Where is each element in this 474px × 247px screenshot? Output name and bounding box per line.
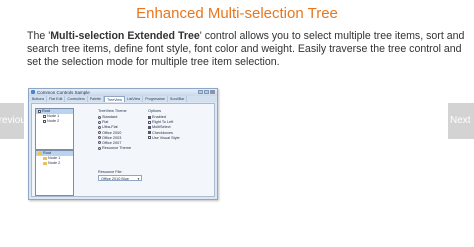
- description-bold: Multi-selection Extended Tree: [50, 30, 200, 42]
- tab-item: Palette: [88, 96, 104, 102]
- folder-icon: [43, 161, 47, 165]
- options-group: Enabled Right To Left MultiSelect Checkboxe…: [148, 115, 180, 141]
- option-label: Right To Left: [152, 120, 174, 125]
- tree-root-label: Root: [42, 109, 51, 113]
- tree-node: Node 2: [36, 119, 73, 124]
- resource-file-label: Resource File:: [98, 170, 123, 174]
- maximize-icon: [204, 90, 209, 94]
- radio-icon: [98, 115, 101, 119]
- tab-item: ScrollBar: [168, 96, 188, 102]
- theme-radio-label: Office 2003: [102, 135, 122, 140]
- tab-item: Buttons: [30, 96, 48, 102]
- theme-group-label: TreeView Theme: [98, 109, 127, 113]
- checkbox-icon: [148, 125, 151, 129]
- next-button[interactable]: Next: [448, 103, 474, 139]
- tree-node-label: Node 1: [47, 114, 60, 118]
- option-label: Use Visual Style: [152, 135, 180, 140]
- theme-radio-label: Standard: [102, 115, 118, 119]
- radio-icon: [98, 141, 101, 145]
- options-group-label: Options: [148, 109, 162, 113]
- tree-node-label: Node 2: [47, 119, 60, 123]
- theme-radio-label: Office 2000: [102, 130, 122, 135]
- tree-node: Node 2: [36, 161, 73, 166]
- resource-file-value: Office 2010 Blue: [101, 177, 130, 181]
- tab-strip: Buttons Flat Edit Controllers Palette TreeVi…: [29, 96, 217, 102]
- tab-item: TreeView: [103, 96, 125, 102]
- theme-radio-label: Office 2007: [102, 140, 122, 145]
- radio-icon: [98, 136, 101, 140]
- page-title: Enhanced Multi-selection Tree: [136, 5, 338, 22]
- window-controls: [198, 90, 215, 94]
- window-titlebar: Common Controls Sample: [29, 89, 217, 96]
- theme-radio-label: Ultra-Flat: [102, 125, 118, 130]
- tree-root-label: Root: [43, 151, 52, 155]
- treeview-panel: Root Node 1 Node 2 Root Node 1 Node 2 Tr…: [31, 103, 215, 197]
- sample-window-screenshot: Common Controls Sample Buttons Flat Edit C…: [28, 88, 218, 200]
- folder-icon: [43, 156, 47, 160]
- theme-radio-label: Flat: [102, 120, 109, 125]
- option-label: Checkboxes: [152, 130, 173, 135]
- checkbox-icon: [148, 120, 151, 124]
- resource-file-select: Office 2010 Blue ▼: [98, 175, 142, 181]
- chevron-down-icon: ▼: [137, 177, 140, 181]
- window-title: Common Controls Sample: [37, 90, 90, 95]
- radio-icon: [98, 131, 101, 135]
- tab-item: Controllers: [65, 96, 88, 102]
- app-icon: [31, 90, 35, 94]
- theme-radio: Resource Theme: [98, 146, 131, 151]
- tab-item: Progressbar: [143, 96, 168, 102]
- tree-node-label: Node 1: [48, 156, 61, 160]
- checkbox-icon: [148, 136, 151, 140]
- checkbox-icon: [43, 119, 46, 123]
- minimize-icon: [198, 90, 203, 94]
- checkbox-icon: [38, 109, 41, 113]
- description: The 'Multi-selection Extended Tree' cont…: [27, 30, 467, 69]
- close-icon: [210, 90, 215, 94]
- tab-item: ListView: [125, 96, 144, 102]
- tree-control-2: Root Node 1 Node 2: [35, 150, 74, 196]
- description-prefix: The ': [27, 30, 51, 42]
- option-label: Enabled: [152, 115, 166, 119]
- checkbox-icon: [148, 131, 151, 135]
- theme-radio-label: Resource Theme: [102, 146, 132, 151]
- folder-icon: [38, 151, 42, 155]
- tab-item: Flat Edit: [47, 96, 66, 102]
- radio-icon: [98, 146, 101, 150]
- checkbox-icon: [148, 115, 151, 119]
- radio-icon: [98, 120, 101, 124]
- option-label: MultiSelect: [152, 125, 171, 130]
- radio-icon: [98, 125, 101, 129]
- tree-node-label: Node 2: [48, 161, 61, 165]
- previous-button[interactable]: Previous: [0, 103, 24, 139]
- checkbox-icon: [43, 114, 46, 118]
- theme-radio-group: Standard Flat Ultra-Flat Office 2000 Office …: [98, 115, 131, 151]
- tree-control-1: Root Node 1 Node 2: [35, 108, 74, 150]
- option-checkbox: Use Visual Style: [148, 136, 180, 141]
